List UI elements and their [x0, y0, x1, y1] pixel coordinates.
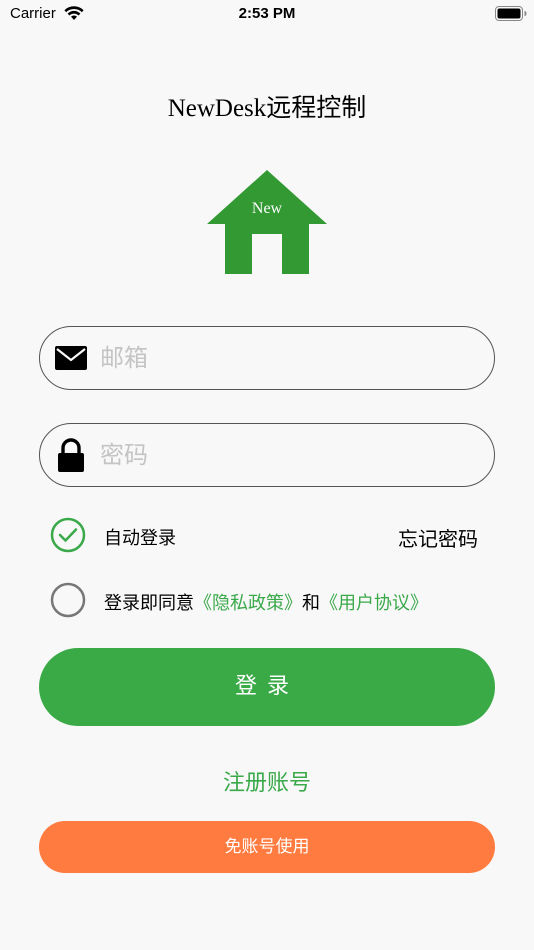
- email-field-container[interactable]: [39, 326, 495, 390]
- user-agreement-link[interactable]: 《用户协议》: [320, 593, 428, 614]
- password-field-container[interactable]: [39, 423, 495, 487]
- lock-icon: [58, 438, 84, 472]
- agreement-text: 登录即同意《隐私政策》和《用户协议》: [104, 589, 428, 615]
- status-time: 2:53 PM: [238, 5, 296, 22]
- auto-login-label[interactable]: 自动登录: [104, 524, 176, 550]
- email-input[interactable]: [100, 337, 480, 379]
- app-title: NewDesk远程控制: [167, 95, 367, 122]
- check-circle-icon[interactable]: [50, 517, 86, 553]
- privacy-policy-link[interactable]: 《隐私政策》: [194, 593, 302, 614]
- agreement-radio-icon[interactable]: [50, 582, 86, 618]
- status-bar: Carrier 2:53 PM: [0, 0, 534, 28]
- house-icon: [207, 170, 327, 274]
- logo-text: New: [251, 200, 283, 217]
- agreement-prefix: 登录即同意: [104, 593, 194, 614]
- password-input[interactable]: [100, 434, 480, 476]
- register-link[interactable]: 注册账号: [0, 765, 534, 797]
- agreement-conjunction: 和: [302, 593, 320, 614]
- forgot-password-link[interactable]: 忘记密码: [398, 523, 478, 552]
- login-button[interactable]: 登录: [39, 648, 495, 726]
- mail-icon: [55, 346, 87, 370]
- guest-use-button[interactable]: 免账号使用: [39, 821, 495, 873]
- battery-full-icon: [495, 6, 527, 21]
